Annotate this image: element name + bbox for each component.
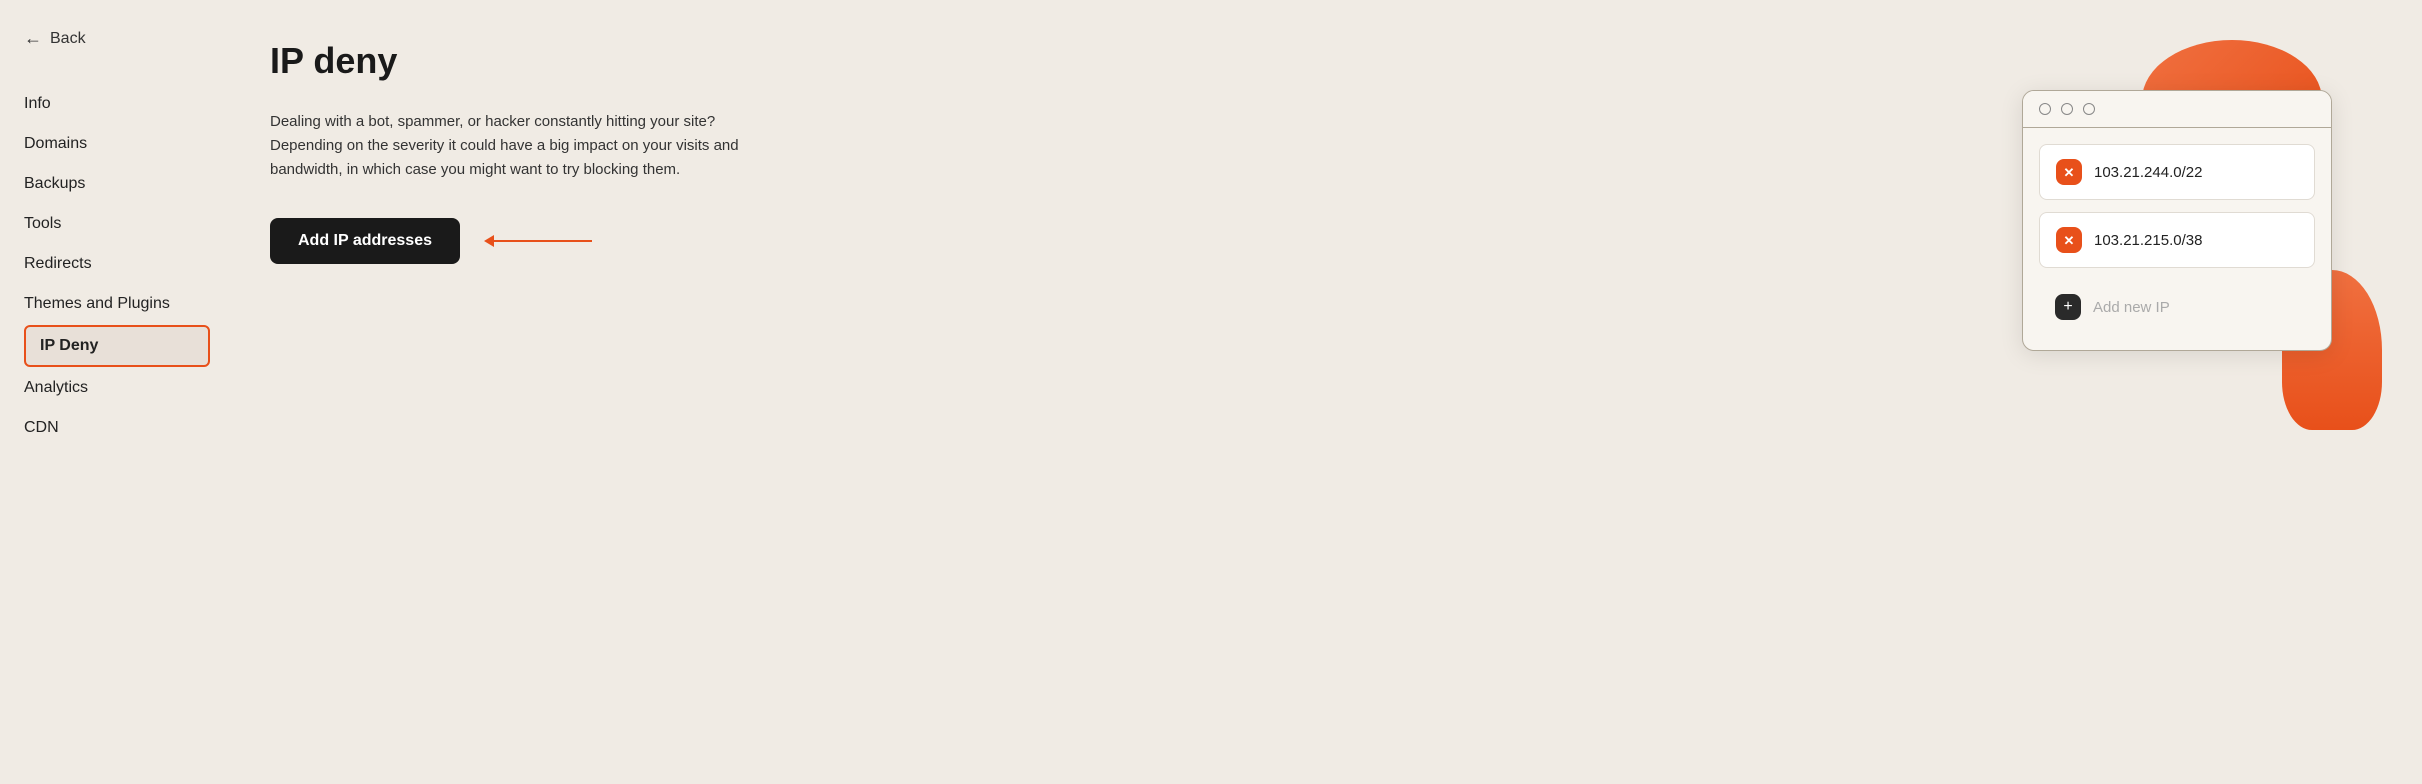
- sidebar: ← Back InfoDomainsBackupsToolsRedirectsT…: [0, 0, 210, 784]
- back-label: Back: [50, 30, 86, 48]
- sidebar-item-ip-deny[interactable]: IP Deny: [24, 325, 210, 367]
- add-new-plus-icon: +: [2063, 299, 2072, 315]
- description-text: Dealing with a bot, spammer, or hacker c…: [270, 110, 790, 182]
- sidebar-item-domains[interactable]: Domains: [24, 125, 210, 163]
- sidebar-item-redirects[interactable]: Redirects: [24, 245, 210, 283]
- sidebar-item-tools[interactable]: Tools: [24, 205, 210, 243]
- sidebar-item-analytics[interactable]: Analytics: [24, 369, 210, 407]
- traffic-light-1: [2039, 103, 2051, 115]
- ip-value-2: 103.21.215.0/38: [2094, 232, 2202, 249]
- ip-remove-btn-2[interactable]: ✕: [2056, 227, 2082, 253]
- back-arrow-icon: ←: [24, 28, 42, 49]
- arrow-line: [492, 240, 592, 242]
- ip-row-2: ✕ 103.21.215.0/38: [2039, 212, 2315, 268]
- sidebar-item-themes-and-plugins[interactable]: Themes and Plugins: [24, 285, 210, 323]
- add-new-icon-btn[interactable]: +: [2055, 294, 2081, 320]
- ip-value-1: 103.21.244.0/22: [2094, 164, 2202, 181]
- sidebar-item-info[interactable]: Info: [24, 85, 210, 123]
- sidebar-nav: InfoDomainsBackupsToolsRedirectsThemes a…: [24, 85, 210, 447]
- browser-titlebar: [2023, 91, 2331, 128]
- browser-body: ✕ 103.21.244.0/22 ✕ 103.21.215.0/38 + Ad…: [2023, 128, 2331, 350]
- back-button[interactable]: ← Back: [24, 28, 86, 49]
- illustration: ✕ 103.21.244.0/22 ✕ 103.21.215.0/38 + Ad…: [2002, 30, 2382, 450]
- add-new-row: + Add new IP: [2039, 280, 2315, 334]
- ip-remove-btn-1[interactable]: ✕: [2056, 159, 2082, 185]
- arrow-indicator: [492, 240, 592, 242]
- browser-window: ✕ 103.21.244.0/22 ✕ 103.21.215.0/38 + Ad…: [2022, 90, 2332, 351]
- main-content: IP deny Dealing with a bot, spammer, or …: [210, 0, 2422, 784]
- sidebar-item-backups[interactable]: Backups: [24, 165, 210, 203]
- add-ip-button[interactable]: Add IP addresses: [270, 218, 460, 264]
- add-new-placeholder-text: Add new IP: [2093, 299, 2170, 316]
- traffic-light-2: [2061, 103, 2073, 115]
- traffic-light-3: [2083, 103, 2095, 115]
- sidebar-item-cdn[interactable]: CDN: [24, 409, 210, 447]
- remove-icon-1: ✕: [2064, 166, 2075, 179]
- ip-row-1: ✕ 103.21.244.0/22: [2039, 144, 2315, 200]
- remove-icon-2: ✕: [2064, 234, 2075, 247]
